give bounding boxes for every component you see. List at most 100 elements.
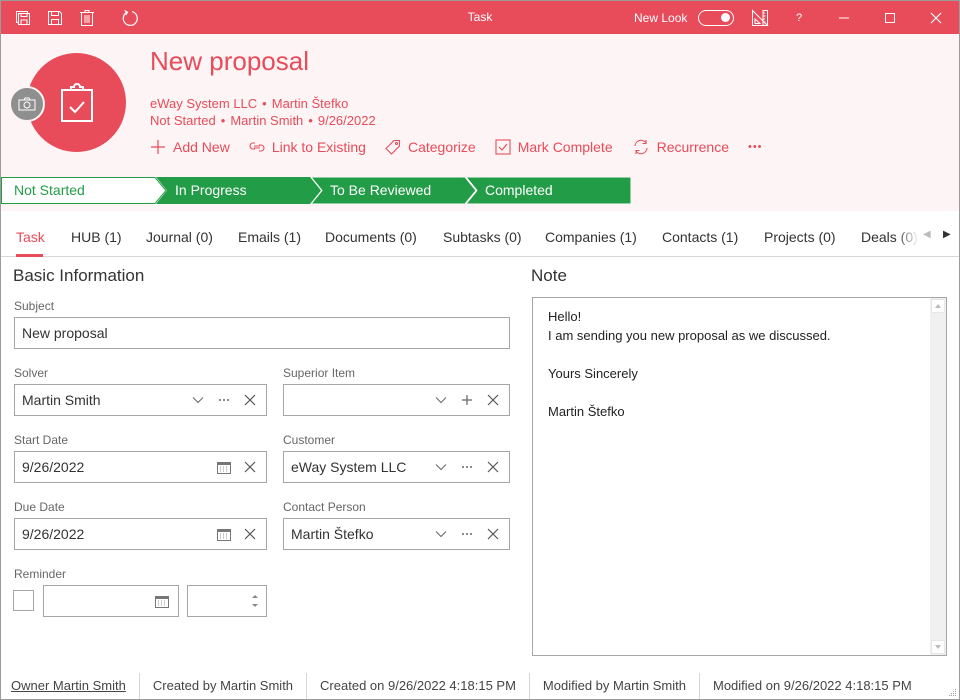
stage-in-progress[interactable]: In Progress [156, 177, 322, 204]
clear-icon[interactable] [241, 525, 259, 543]
help-icon[interactable]: ? [790, 9, 808, 27]
calendar-icon[interactable] [215, 525, 233, 543]
maximize-icon [885, 12, 895, 23]
maximize-button[interactable] [867, 1, 913, 34]
customer-field[interactable]: eWay System LLC [283, 451, 510, 483]
chevron-down-icon[interactable] [432, 525, 450, 543]
plus-icon[interactable] [458, 391, 476, 409]
created-by: Created by Martin Smith [138, 672, 306, 699]
clear-icon[interactable] [484, 391, 502, 409]
reminder-time-input[interactable] [187, 585, 267, 617]
stage-completed[interactable]: Completed [466, 177, 631, 204]
recurrence-button[interactable]: Recurrence [632, 139, 729, 155]
header-contact[interactable]: Martin Štefko [272, 96, 349, 111]
link-to-existing-button[interactable]: Link to Existing [249, 139, 366, 155]
record-title: New proposal [150, 46, 309, 76]
add-new-button[interactable]: Add New [150, 139, 230, 155]
resize-grip-icon[interactable] [949, 689, 957, 697]
reminder-date-input[interactable] [43, 585, 179, 617]
tab-scroll-left-icon[interactable]: ◀ [923, 229, 931, 240]
modified-by: Modified by Martin Smith [528, 672, 699, 699]
scroll-up-icon[interactable] [931, 299, 945, 313]
clear-icon[interactable] [484, 458, 502, 476]
more-options-icon[interactable] [215, 391, 233, 409]
clear-icon[interactable] [241, 458, 259, 476]
chevron-down-icon[interactable] [432, 391, 450, 409]
superior-item-label: Superior Item [283, 366, 356, 380]
new-look-toggle[interactable] [698, 10, 734, 26]
subject-label: Subject [14, 299, 55, 313]
delete-icon[interactable] [78, 9, 96, 27]
due-date-label: Due Date [14, 500, 65, 514]
time-spinner[interactable] [251, 594, 259, 608]
note-text: Hello! I am sending you new proposal as … [548, 309, 831, 419]
tab-journal[interactable]: Journal (0) [146, 229, 213, 245]
solver-label: Solver [14, 366, 49, 380]
clear-icon[interactable] [484, 525, 502, 543]
save-icon[interactable] [46, 9, 64, 27]
save-and-close-icon[interactable] [14, 9, 32, 27]
tab-task[interactable]: Task [16, 229, 45, 245]
header-company[interactable]: eWay System LLC [150, 96, 257, 111]
tab-hub[interactable]: HUB (1) [71, 229, 122, 245]
close-button[interactable] [913, 1, 959, 34]
clear-icon[interactable] [241, 391, 259, 409]
minimize-icon [839, 17, 849, 18]
superior-item-field[interactable] [283, 384, 510, 416]
header-line-status: Not Started • Martin Smith • 9/26/2022 [150, 113, 376, 128]
tab-emails[interactable]: Emails (1) [238, 229, 301, 245]
categorize-button[interactable]: Categorize [385, 139, 476, 155]
calendar-icon[interactable] [153, 592, 171, 610]
calendar-icon[interactable] [215, 458, 233, 476]
ruler-triangle-icon[interactable] [751, 9, 769, 27]
spin-up-icon [252, 595, 258, 598]
mark-complete-button[interactable]: Mark Complete [495, 139, 613, 155]
stage-to-be-reviewed[interactable]: To Be Reviewed [311, 177, 477, 204]
subject-input[interactable]: New proposal [14, 317, 510, 349]
more-actions-button[interactable]: ••• [748, 141, 763, 153]
tabs-fade [897, 221, 919, 251]
note-heading: Note [531, 266, 567, 285]
chevron-down-icon[interactable] [189, 391, 207, 409]
clipboard-check-icon [60, 82, 93, 122]
modified-on: Modified on 9/26/2022 4:18:15 PM [698, 672, 925, 699]
new-look-label: New Look [634, 11, 688, 25]
tab-contacts[interactable]: Contacts (1) [662, 229, 738, 245]
more-options-icon[interactable] [458, 458, 476, 476]
reminder-label: Reminder [14, 567, 67, 581]
refresh-icon[interactable] [121, 9, 139, 27]
owner-link[interactable]: Owner Martin Smith [1, 673, 139, 699]
title-bar: Task New Look ? [1, 1, 959, 34]
tab-companies[interactable]: Companies (1) [545, 229, 637, 245]
active-tab-indicator [16, 254, 43, 257]
scroll-down-icon[interactable] [931, 640, 945, 654]
tab-documents[interactable]: Documents (0) [325, 229, 417, 245]
reminder-checkbox[interactable] [13, 590, 34, 611]
contact-person-label: Contact Person [283, 500, 366, 514]
link-icon [249, 142, 265, 152]
minimize-button[interactable] [821, 1, 867, 34]
stage-not-started[interactable]: Not Started [1, 177, 167, 204]
change-photo-button[interactable] [9, 86, 45, 122]
start-date-input[interactable]: 9/26/2022 [14, 451, 267, 483]
more-options-icon[interactable] [458, 525, 476, 543]
start-date-label: Start Date [14, 433, 69, 447]
spin-down-icon [252, 604, 258, 607]
recurrence-icon [634, 139, 648, 155]
chevron-down-icon[interactable] [432, 458, 450, 476]
tab-projects[interactable]: Projects (0) [764, 229, 836, 245]
solver-field[interactable]: Martin Smith [14, 384, 267, 416]
toggle-knob [721, 13, 730, 22]
basic-information-heading: Basic Information [13, 266, 145, 285]
note-textarea[interactable]: Hello! I am sending you new proposal as … [532, 297, 947, 656]
note-scrollbar[interactable] [930, 298, 946, 655]
due-date-input[interactable]: 9/26/2022 [14, 518, 267, 550]
stage-bar: Not Started In Progress To Be Reviewed C… [1, 177, 631, 204]
header-date: 9/26/2022 [317, 113, 376, 128]
tab-subtasks[interactable]: Subtasks (0) [443, 229, 522, 245]
close-icon [930, 12, 942, 23]
camera-icon [18, 97, 36, 111]
contact-person-field[interactable]: Martin Štefko [283, 518, 510, 550]
customer-label: Customer [283, 433, 336, 447]
tab-scroll-right-icon[interactable]: ▶ [943, 229, 951, 240]
